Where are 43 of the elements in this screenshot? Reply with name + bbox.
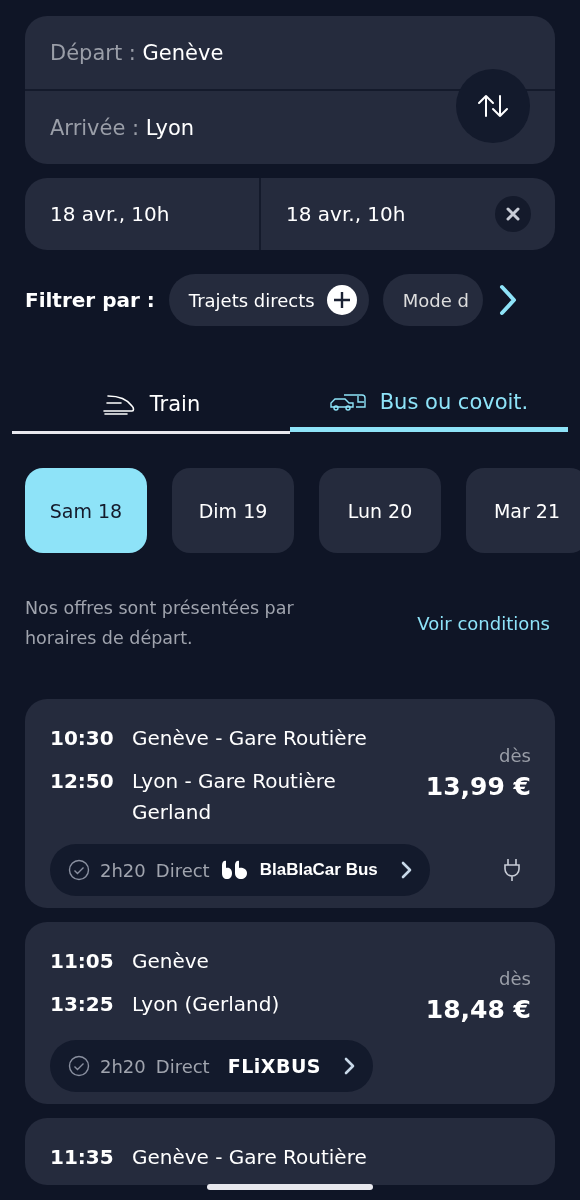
departure-field[interactable]: Départ : Genève: [50, 40, 224, 65]
arrival-time: 13:25: [50, 991, 115, 1018]
train-icon: [101, 392, 136, 415]
plus-icon: [326, 285, 357, 315]
departure-time: 11:05: [50, 948, 115, 975]
conditions-link[interactable]: Voir conditions: [417, 612, 550, 634]
price: 13,99 €: [425, 772, 531, 801]
arrival-stop: Lyon - Gare Routière Gerland: [132, 768, 337, 826]
chevron-right-icon: [399, 860, 414, 880]
offer-card[interactable]: 11:05 Genève 13:25 Lyon (Gerland) dès 18,48 € 2h20 Direct FLiXBUS: [25, 922, 555, 1104]
return-date-field[interactable]: 18 avr., 10h: [261, 202, 495, 226]
from-label: dès: [499, 968, 531, 989]
day-tab[interactable]: Dim 19: [172, 468, 294, 553]
filter-chip[interactable]: Mode d: [382, 274, 483, 326]
offer-card[interactable]: 11:35 Genève - Gare Routière: [25, 1118, 555, 1185]
offer-card[interactable]: 10:30 Genève - Gare Routière 12:50 Lyon - Gare Routière Gerland dès 13,99 € 2h20 Direct BlaBlaCar Bus: [25, 699, 555, 908]
arrival-field[interactable]: Arrivée : Lyon: [50, 115, 195, 140]
close-icon: [506, 207, 520, 221]
trip-details-button[interactable]: 2h20 Direct FLiXBUS: [50, 1040, 373, 1092]
departure-stop: Genève: [132, 948, 209, 975]
trip-details-button[interactable]: 2h20 Direct BlaBlaCar Bus: [50, 844, 430, 896]
mode-tab[interactable]: Bus ou covoit.: [290, 376, 568, 432]
day-tab[interactable]: Lun 20: [319, 468, 441, 553]
filter-label: Filtrer par :: [25, 288, 155, 312]
clear-button[interactable]: [495, 196, 531, 232]
sort-note: Nos offres sont présentées par horaires de départ.: [25, 597, 295, 650]
swap-icon: [476, 93, 510, 119]
departure-time: 10:30: [50, 725, 115, 752]
departure-stop: Genève - Gare Routière: [132, 725, 367, 752]
departure-time: 11:35: [50, 1144, 115, 1171]
arrival-stop: Lyon (Gerland): [132, 991, 280, 1018]
departure-stop: Genève - Gare Routière: [132, 1144, 367, 1171]
day-tab[interactable]: Sam 18: [25, 468, 147, 553]
mode-tab[interactable]: Train: [12, 376, 290, 434]
day-tab[interactable]: Mar 21: [466, 468, 580, 553]
price: 18,48 €: [425, 995, 531, 1024]
chevron-right-icon: [343, 1056, 357, 1076]
from-label: dès: [499, 745, 531, 766]
quote-logo-icon: [219, 859, 250, 881]
filter-chip[interactable]: Trajets directs: [168, 274, 369, 326]
outbound-date-field[interactable]: 18 avr., 10h: [25, 202, 259, 226]
arrival-time: 12:50: [50, 768, 115, 795]
car-and-bus-icon: [329, 391, 366, 412]
